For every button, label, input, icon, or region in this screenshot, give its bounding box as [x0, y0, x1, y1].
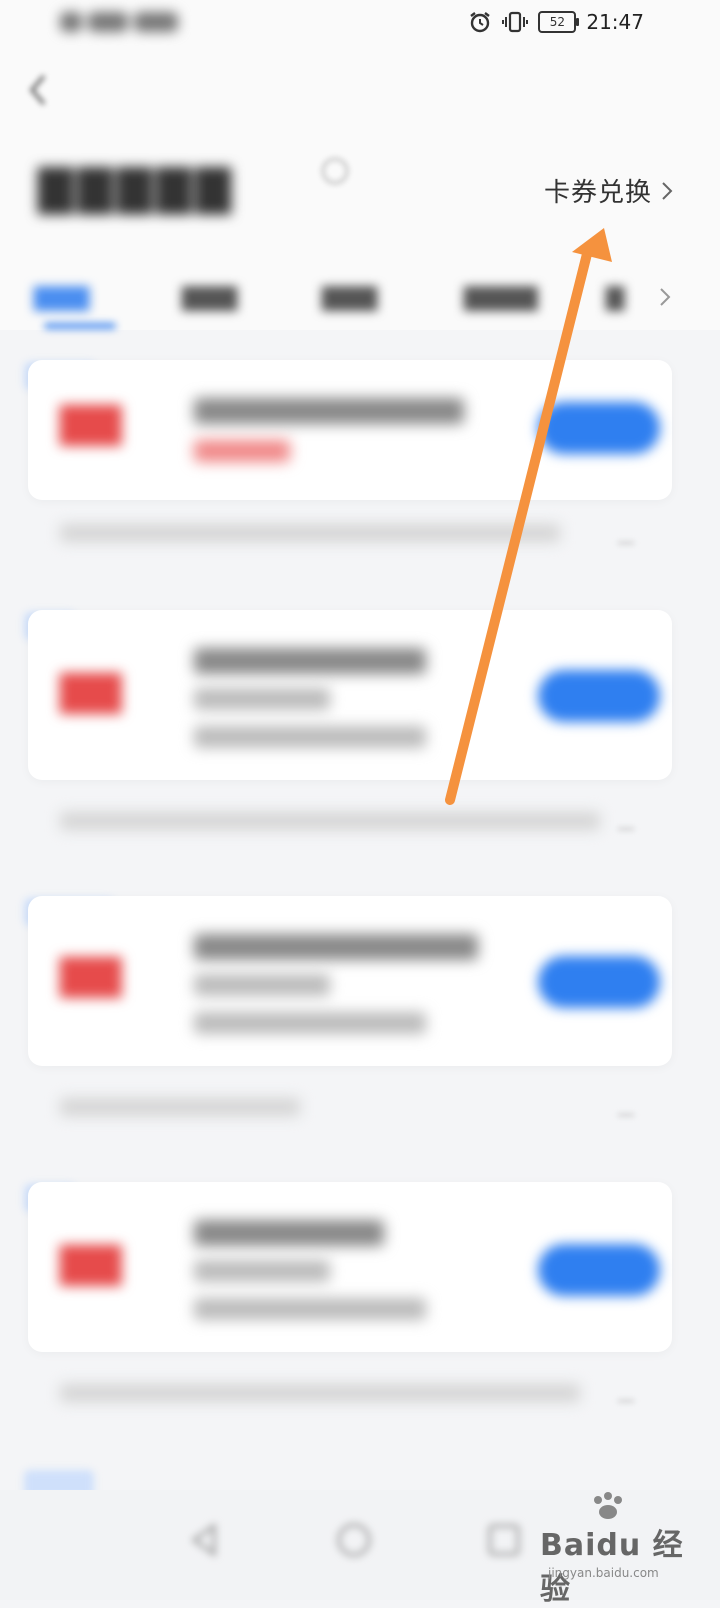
- vibrate-icon: [502, 11, 529, 33]
- coupon-status: [194, 440, 290, 462]
- coupon-amount: ▇▇: [60, 400, 122, 446]
- clock: 21:47: [586, 10, 644, 34]
- baidu-jingyan-watermark: Baidu 经验 jingyan.baidu.com: [540, 1490, 710, 1607]
- expand-icon[interactable]: [618, 1390, 634, 1402]
- coupon-validity: [194, 1012, 426, 1034]
- back-nav-icon[interactable]: [184, 1520, 224, 1560]
- tab-indicator: [44, 323, 116, 329]
- alarm-icon: [470, 12, 491, 33]
- recent-nav-icon[interactable]: [484, 1520, 524, 1560]
- coupon-subtitle: [194, 974, 330, 996]
- expand-icon[interactable]: [618, 818, 634, 830]
- coupon-action-button[interactable]: [538, 670, 660, 722]
- coupon-validity: [194, 1298, 426, 1320]
- help-icon[interactable]: [322, 158, 348, 184]
- coupon-action-button[interactable]: [538, 956, 660, 1008]
- tab-5[interactable]: ▇: [606, 283, 624, 311]
- coupon-exchange-label: 卡券兑换: [544, 178, 653, 208]
- coupon-amount: ▇▇: [60, 952, 122, 998]
- coupon-title: [194, 934, 478, 960]
- home-nav-icon[interactable]: [334, 1520, 374, 1560]
- battery-icon: 52: [538, 11, 580, 33]
- coupon-note: [60, 524, 560, 542]
- coupon-exchange-link[interactable]: 卡券兑换: [544, 172, 674, 209]
- coupon-note: [60, 1098, 300, 1116]
- watermark-site: jingyan.baidu.com: [548, 1566, 659, 1580]
- coupon-title: [194, 648, 426, 674]
- coupon-subtitle: [194, 1260, 330, 1282]
- coupon-action-button[interactable]: [538, 402, 660, 454]
- coupon-title: [194, 398, 464, 424]
- coupon-action-button[interactable]: [538, 1244, 660, 1296]
- coupon-note: [60, 1384, 580, 1402]
- status-icons: 52 21:47: [468, 10, 644, 34]
- category-tabs: ▇▇▇ ▇▇▇ ▇▇▇ ▇▇▇▇ ▇: [0, 275, 720, 330]
- coupon-validity: [194, 726, 426, 748]
- expand-icon[interactable]: [618, 532, 634, 544]
- watermark-brand: Baidu 经验: [540, 1528, 684, 1607]
- tab-3[interactable]: ▇▇▇: [322, 283, 377, 311]
- tab-2[interactable]: ▇▇▇: [182, 283, 237, 311]
- chevron-right-icon: [662, 181, 673, 200]
- tab-1[interactable]: ▇▇▇: [34, 283, 89, 311]
- tab-4[interactable]: ▇▇▇▇: [464, 283, 538, 311]
- back-icon[interactable]: [24, 72, 54, 108]
- carrier-signal: [60, 12, 190, 38]
- paw-icon: [594, 1492, 622, 1519]
- expand-icon[interactable]: [618, 1104, 634, 1116]
- tabs-more-icon[interactable]: [658, 287, 672, 307]
- coupon-amount: ▇▇: [60, 1240, 122, 1286]
- coupon-note: [60, 812, 600, 830]
- coupon-title: [194, 1220, 384, 1246]
- page-title: ▇▇▇▇▇: [38, 160, 235, 214]
- coupon-subtitle: [194, 688, 330, 710]
- status-bar: 52 21:47: [0, 0, 720, 50]
- coupon-amount: ▇▇: [60, 668, 122, 714]
